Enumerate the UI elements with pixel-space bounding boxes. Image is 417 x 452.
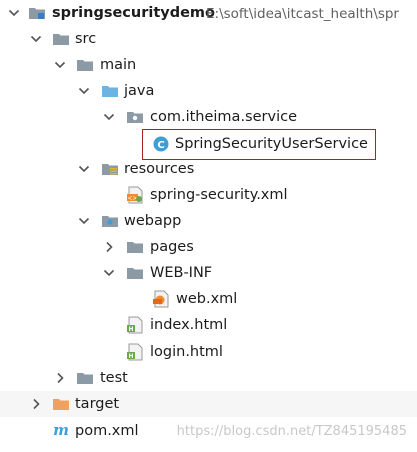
watermark: https://blog.csdn.net/TZ845195485 bbox=[176, 424, 407, 439]
tree-row-package[interactable]: com.itheima.service bbox=[0, 104, 417, 130]
tree-row-partial bbox=[0, 446, 417, 452]
maven-icon: m bbox=[52, 421, 70, 439]
tree-label-main: main bbox=[100, 57, 137, 73]
source-folder-icon bbox=[101, 82, 119, 100]
svg-text:<>: <> bbox=[127, 195, 137, 202]
package-icon bbox=[126, 108, 144, 126]
tree-label-index-html: index.html bbox=[150, 317, 228, 333]
folder-icon bbox=[76, 369, 94, 387]
tree-row-login-html[interactable]: H login.html bbox=[0, 339, 417, 365]
tree-label-login-html: login.html bbox=[150, 344, 223, 360]
chevron-down-icon[interactable] bbox=[30, 33, 42, 45]
web-xml-icon bbox=[152, 290, 170, 308]
tree-row-test[interactable]: test bbox=[0, 365, 417, 391]
tree-row-project[interactable]: springsecuritydemo E:\soft\idea\itcast_h… bbox=[0, 0, 417, 26]
tree-row-main[interactable]: main bbox=[0, 52, 417, 78]
tree-row-pages[interactable]: pages bbox=[0, 234, 417, 260]
tree-row-java[interactable]: java bbox=[0, 78, 417, 104]
svg-text:H: H bbox=[128, 353, 133, 360]
tree-row-target[interactable]: target bbox=[0, 391, 417, 417]
tree-row-resources[interactable]: resources bbox=[0, 156, 417, 182]
html-file-icon: H bbox=[126, 316, 144, 334]
chevron-down-icon[interactable] bbox=[103, 267, 115, 279]
tree-label-pages: pages bbox=[150, 239, 194, 255]
project-name: springsecuritydemo bbox=[52, 5, 216, 21]
module-folder-icon bbox=[28, 4, 46, 22]
project-path: E:\soft\idea\itcast_health\spr bbox=[206, 6, 399, 22]
tree-label-webapp: webapp bbox=[124, 213, 182, 229]
tree-label-resources: resources bbox=[124, 161, 195, 177]
chevron-down-icon[interactable] bbox=[54, 59, 66, 71]
excluded-folder-icon bbox=[52, 395, 70, 413]
tree-row-spring-xml[interactable]: <> spring-security.xml bbox=[0, 182, 417, 208]
folder-icon bbox=[126, 264, 144, 282]
html-file-icon: H bbox=[126, 343, 144, 361]
project-tree: springsecuritydemo E:\soft\idea\itcast_h… bbox=[0, 0, 417, 452]
svg-text:m: m bbox=[53, 421, 69, 439]
chevron-right-icon[interactable] bbox=[103, 241, 115, 253]
tree-row-src[interactable]: src bbox=[0, 26, 417, 52]
chevron-down-icon[interactable] bbox=[78, 163, 90, 175]
tree-label-java: java bbox=[124, 83, 155, 99]
tree-label-web-xml: web.xml bbox=[176, 291, 238, 307]
chevron-down-icon[interactable] bbox=[103, 111, 115, 123]
tree-label-webinf: WEB-INF bbox=[150, 265, 213, 281]
spring-xml-icon: <> bbox=[126, 186, 144, 204]
tree-label-test: test bbox=[100, 370, 128, 386]
tree-label-target: target bbox=[75, 396, 120, 412]
tree-row-index-html[interactable]: H index.html bbox=[0, 312, 417, 338]
tree-label-package: com.itheima.service bbox=[150, 109, 297, 125]
chevron-down-icon[interactable] bbox=[8, 7, 20, 19]
chevron-down-icon[interactable] bbox=[78, 85, 90, 97]
tree-row-web-xml[interactable]: web.xml bbox=[0, 286, 417, 312]
tree-label-src: src bbox=[75, 31, 97, 47]
chevron-down-icon[interactable] bbox=[78, 215, 90, 227]
web-folder-icon bbox=[101, 212, 119, 230]
tree-row-webapp[interactable]: webapp bbox=[0, 208, 417, 234]
resources-folder-icon bbox=[101, 160, 119, 178]
folder-icon bbox=[52, 30, 70, 48]
tree-label-spring-xml: spring-security.xml bbox=[150, 187, 288, 203]
folder-icon bbox=[126, 238, 144, 256]
tree-label-pom: pom.xml bbox=[75, 423, 139, 439]
folder-icon bbox=[76, 56, 94, 74]
chevron-right-icon[interactable] bbox=[30, 398, 42, 410]
chevron-right-icon[interactable] bbox=[54, 372, 66, 384]
svg-text:H: H bbox=[128, 326, 133, 333]
tree-row-webinf[interactable]: WEB-INF bbox=[0, 260, 417, 286]
